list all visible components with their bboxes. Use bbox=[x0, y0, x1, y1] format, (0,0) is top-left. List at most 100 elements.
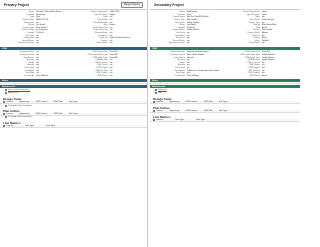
column-header[interactable]: Opportunity bbox=[19, 113, 29, 115]
field-row: Show Name n/a bbox=[227, 42, 298, 45]
primary-fields-left: Name Primary Catchup Film Sessi... Locatio… bbox=[2, 11, 72, 45]
column-header[interactable]: Task Type bbox=[219, 110, 228, 112]
column-header[interactable]: CRM Role bbox=[203, 101, 212, 103]
select-all-checkbox[interactable] bbox=[3, 112, 5, 115]
table-cell: To Teamtsk In Jan Construction bbox=[8, 116, 32, 119]
field-row: Assistant Director n/a bbox=[152, 42, 223, 45]
secondary-design-team-header: Contact Opportunity CRM Contact CRM Role Tas… bbox=[150, 101, 300, 105]
field-value[interactable]: n/a bbox=[108, 75, 143, 77]
field-value[interactable]: n/a bbox=[260, 42, 296, 44]
primary-crm-left: Requested Start n/a Primary Contact n/a Lead… bbox=[2, 51, 72, 77]
column-header[interactable]: Task Type bbox=[196, 119, 205, 121]
attachment-checkbox[interactable] bbox=[155, 92, 157, 95]
plan-columns: Contact Opportunity CRM Contact CRM Role Tas… bbox=[6, 113, 77, 115]
line-columns: Contact Task Type Task Type bbox=[6, 125, 55, 127]
row-checkbox[interactable] bbox=[5, 116, 7, 119]
primary-crm-grid: Requested Start n/a Primary Contact n/a Lead… bbox=[0, 50, 147, 78]
field-label: Show Name bbox=[96, 42, 108, 45]
divider bbox=[0, 83, 147, 84]
attachment-text: NEW (CS-12) bbox=[8, 92, 19, 95]
select-all-checkbox[interactable] bbox=[153, 110, 155, 113]
select-all-checkbox[interactable] bbox=[3, 124, 5, 127]
column-header[interactable]: CRM Contact bbox=[35, 101, 47, 103]
design-rows: To Teamtsk In Jan Construction bbox=[0, 104, 147, 107]
column-header[interactable]: Contact bbox=[6, 113, 13, 115]
column-header[interactable]: Task Type bbox=[25, 125, 34, 127]
select-all-checkbox[interactable] bbox=[153, 119, 155, 122]
field-label: Created By bbox=[24, 74, 35, 77]
secondary-fields-right: Project Opportunity Gantt Type of Project G… bbox=[227, 11, 298, 45]
field-value[interactable]: Prue Williams bbox=[34, 75, 69, 77]
primary-project-pane: Primary Project Merge Projects Name Prima… bbox=[0, 0, 148, 247]
primary-fields-grid: Name Primary Catchup Film Sessi... Locatio… bbox=[0, 10, 147, 46]
attachments-body: Primary Catchup Film Sessi... NEW (CS-12… bbox=[0, 88, 147, 95]
field-row: CRM Status Active bbox=[227, 74, 298, 77]
field-value[interactable]: n/a bbox=[108, 42, 143, 44]
field-label: CRM Status bbox=[96, 74, 108, 77]
column-header[interactable]: Opportunity bbox=[169, 110, 179, 112]
select-all-checkbox[interactable] bbox=[153, 101, 155, 104]
column-header[interactable]: Contact bbox=[6, 125, 13, 127]
secondary-project-header: Secondary Project bbox=[150, 0, 300, 10]
secondary-notes-section-header[interactable]: Notes bbox=[150, 79, 300, 83]
table-cell: To Teamtsk In Jan Construction bbox=[8, 104, 32, 107]
design-columns: Contact Opportunity CRM Contact CRM Role Tas… bbox=[6, 101, 77, 103]
primary-project-title: Primary Project bbox=[4, 2, 30, 7]
secondary-project-title: Secondary Project bbox=[154, 2, 184, 7]
attachment-text: Lake bbox=[158, 92, 162, 95]
secondary-crm-grid: Requested Start (internal) website closed… bbox=[150, 50, 300, 78]
column-header[interactable]: CRM Contact bbox=[185, 101, 197, 103]
design-columns: Contact Opportunity CRM Contact CRM Role Tas… bbox=[156, 101, 227, 103]
column-header[interactable]: Opportunity bbox=[169, 101, 179, 103]
column-header[interactable]: Task Type bbox=[46, 125, 55, 127]
primary-fields-right: Project Opportunity 1452-5128 Type of Proj… bbox=[76, 11, 146, 45]
secondary-line-metrics-header: Contact Task Type Task Type bbox=[150, 119, 300, 123]
column-header[interactable]: Opportunity bbox=[19, 101, 29, 103]
field-label: CRM Status bbox=[249, 74, 260, 77]
secondary-fields-left: Name FieldLayout Location Lake Project Name F… bbox=[152, 11, 223, 45]
column-header[interactable]: Contact bbox=[6, 101, 13, 103]
field-row: CRM Status n/a bbox=[76, 74, 146, 77]
field-label: Assistant Director bbox=[169, 42, 185, 45]
column-header[interactable]: CRM Role bbox=[53, 101, 62, 103]
secondary-plan-invites-header: Contact Opportunity CRM Contact CRM Role Tas… bbox=[150, 110, 300, 114]
attachments-body: FieldLayout Lake bbox=[150, 88, 300, 95]
column-header[interactable]: CRM Contact bbox=[185, 110, 197, 112]
column-header[interactable]: Task Type bbox=[69, 101, 78, 103]
attachment-row: NEW (CS-12) bbox=[3, 92, 144, 95]
field-row: Show Name n/a bbox=[76, 42, 146, 45]
column-header[interactable]: CRM Role bbox=[53, 113, 62, 115]
column-header[interactable]: Task Type bbox=[69, 113, 78, 115]
column-header[interactable]: CRM Role bbox=[203, 110, 212, 112]
plan-columns: Contact Opportunity CRM Contact CRM Role Tas… bbox=[156, 110, 227, 112]
field-value[interactable]: Prue Williams bbox=[185, 75, 221, 77]
field-row: Assistant Director n/a bbox=[2, 42, 72, 45]
column-header[interactable]: Task Type bbox=[219, 101, 228, 103]
field-label: Show Name bbox=[248, 42, 260, 45]
column-header[interactable]: CRM Contact bbox=[35, 113, 47, 115]
primary-line-metrics-header: Contact Task Type Task Type bbox=[0, 124, 147, 128]
line-columns: Contact Task Type Task Type bbox=[156, 119, 205, 121]
select-all-checkbox[interactable] bbox=[3, 101, 5, 104]
field-row: Created By Prue Williams bbox=[152, 74, 223, 77]
secondary-fields-grid: Name FieldLayout Location Lake Project Name F… bbox=[150, 10, 300, 46]
attachment-row: Lake bbox=[153, 92, 297, 95]
plan-rows: To Teamtsk In Jan Construction bbox=[0, 116, 147, 119]
secondary-crm-right: CRM Project Title Row-1EC CRM Opportunity … bbox=[227, 51, 298, 77]
merge-projects-button[interactable]: Merge Projects bbox=[120, 1, 143, 8]
secondary-project-pane: Secondary Project Name FieldLayout Locatio… bbox=[150, 0, 300, 247]
column-header[interactable]: Contact bbox=[156, 119, 163, 121]
field-value[interactable]: Active bbox=[260, 75, 296, 77]
divider bbox=[150, 83, 300, 84]
column-header[interactable]: Task Type bbox=[175, 119, 184, 121]
field-value[interactable]: n/a bbox=[185, 42, 221, 44]
column-header[interactable]: Contact bbox=[156, 110, 163, 112]
row-checkbox[interactable] bbox=[5, 104, 7, 107]
field-label: Assistant Director bbox=[18, 42, 35, 45]
table-row[interactable]: To Teamtsk In Jan Construction bbox=[3, 116, 144, 119]
attachment-checkbox[interactable] bbox=[5, 92, 7, 95]
column-header[interactable]: Contact bbox=[156, 101, 163, 103]
primary-notes-section-header[interactable]: Notes bbox=[0, 79, 147, 83]
table-row[interactable]: To Teamtsk In Jan Construction bbox=[3, 104, 144, 107]
field-value[interactable]: n/a bbox=[34, 42, 69, 44]
